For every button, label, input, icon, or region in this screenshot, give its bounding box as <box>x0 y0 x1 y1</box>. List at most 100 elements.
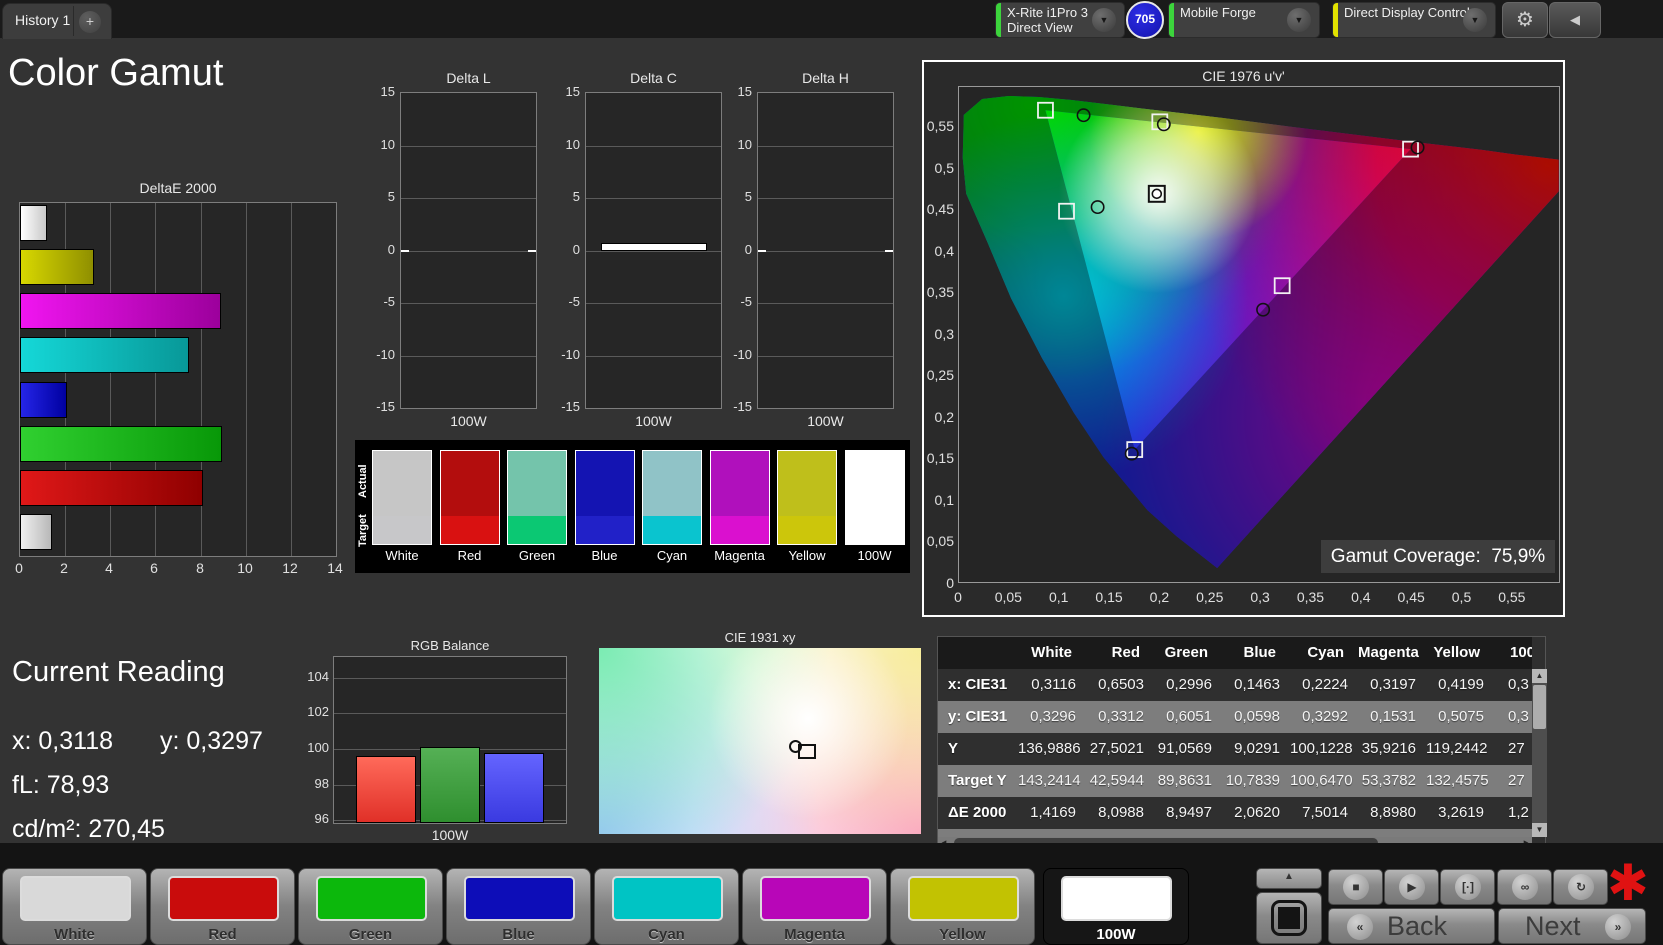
cell: 100,1228 <box>1290 733 1358 765</box>
cell: 89,8631 <box>1154 765 1222 797</box>
play-button[interactable]: ▶ <box>1384 869 1439 905</box>
patch-button-white[interactable]: White <box>2 868 147 945</box>
deltae-bar-yellow <box>20 249 94 285</box>
patch-button-100w[interactable]: 100W <box>1043 868 1189 945</box>
cie1976-plot: Gamut Coverage: 75,9% <box>958 86 1560 583</box>
cell: 27,5021 <box>1086 733 1154 765</box>
patch-button-red[interactable]: Red <box>150 868 295 945</box>
patch-window-up-button[interactable]: ▲ <box>1256 868 1322 889</box>
patch-button-label: Magenta <box>743 926 886 943</box>
table-vertical-scrollbar[interactable]: ▲ ▼ <box>1532 669 1547 837</box>
stop-button[interactable]: ■ <box>1328 869 1383 905</box>
new-tab-button[interactable]: + <box>79 11 101 33</box>
cell: 1,4169 <box>1018 797 1086 829</box>
chevron-down-icon[interactable]: ▼ <box>1463 8 1487 32</box>
y-tick-label: 0 <box>547 242 580 257</box>
cell: 91,0569 <box>1154 733 1222 765</box>
deltae2000-chart-title: DeltaE 2000 <box>19 180 337 196</box>
cell: 8,8980 <box>1358 797 1426 829</box>
refresh-button[interactable]: ↻ <box>1553 869 1608 905</box>
back-button[interactable]: «Back <box>1328 908 1495 944</box>
deltae-bar-magenta <box>20 293 221 329</box>
chevron-down-icon[interactable]: ▼ <box>1092 8 1116 32</box>
swatch-magenta <box>710 450 770 545</box>
delta-bar-zero <box>528 250 536 252</box>
cell: 3,4421 <box>1018 829 1086 837</box>
scrollbar-thumb[interactable] <box>1533 685 1546 729</box>
tab-divider <box>73 6 74 36</box>
cell: 0,6503 <box>1086 669 1154 701</box>
actual-swatch <box>373 451 431 516</box>
y-tick-label: 10 <box>719 137 752 152</box>
column-header-green: Green <box>1154 637 1222 669</box>
next-button[interactable]: Next» <box>1498 908 1646 944</box>
x-tick-label: 0,4 <box>1343 589 1379 605</box>
y-tick-label: 5 <box>362 189 395 204</box>
patch-button-yellow[interactable]: Yellow <box>890 868 1035 945</box>
row-label: Y <box>938 733 1018 765</box>
rgb-bar-blue <box>484 753 544 823</box>
scroll-down-icon[interactable]: ▼ <box>1532 823 1547 837</box>
x-tick-label: 0,15 <box>1091 589 1127 605</box>
x-tick-label: 8 <box>190 560 210 576</box>
current-reading-title: Current Reading <box>12 656 225 689</box>
gamut-coverage-label: Gamut Coverage: <box>1331 546 1481 567</box>
delta_l-title: Delta L <box>400 70 537 86</box>
patch-button-label: Red <box>151 926 294 943</box>
deltae-bar-cyan <box>20 337 189 373</box>
target-row-label: Target <box>357 515 371 547</box>
cell: 3,2619 <box>1426 797 1494 829</box>
patch-window-fill <box>1278 907 1300 929</box>
swatch-label: Yellow <box>775 548 839 563</box>
rgb-balance-chart <box>333 656 567 824</box>
y-tick-label: 5 <box>547 189 580 204</box>
collapse-panel-icon[interactable]: ◀ <box>1549 2 1601 38</box>
swatch-white <box>372 450 432 545</box>
patch-button-blue[interactable]: Blue <box>446 868 591 945</box>
swatch-blue <box>575 450 635 545</box>
patch-window-icon <box>1271 900 1307 936</box>
deltae-bar-red <box>20 470 203 506</box>
meter-dropdown[interactable]: X-Rite i1Pro 3 Direct View ▼ <box>995 2 1125 38</box>
display-control-dropdown[interactable]: Direct Display Control ▼ <box>1332 2 1496 38</box>
deltae-bar-blue <box>20 382 67 418</box>
chevron-down-icon[interactable]: ▼ <box>1287 8 1311 32</box>
y-tick-label: 0,15 <box>924 450 954 466</box>
y-tick-label: 0,55 <box>924 118 954 134</box>
target-swatch <box>778 516 836 544</box>
reading-x: x: 0,3118 <box>12 727 113 756</box>
gridline <box>401 356 536 357</box>
y-tick-label: 15 <box>547 84 580 99</box>
gridline <box>586 356 721 357</box>
delta_h-chart <box>757 92 894 409</box>
scroll-up-icon[interactable]: ▲ <box>1532 669 1547 683</box>
actual-swatch <box>576 451 634 516</box>
gridline <box>758 146 893 147</box>
step-button[interactable]: [·] <box>1440 869 1495 905</box>
column-header-magenta: Magenta <box>1358 637 1426 669</box>
source-dropdown[interactable]: Mobile Forge ▼ <box>1168 2 1320 38</box>
tab-history-1[interactable]: History 1 + <box>2 3 112 39</box>
gear-icon[interactable]: ⚙ <box>1502 2 1548 38</box>
y-tick-label: -15 <box>362 399 395 414</box>
cie1976-title: CIE 1976 u'v' <box>924 68 1563 84</box>
cell: 132,4575 <box>1426 765 1494 797</box>
loop-button[interactable]: ∞ <box>1497 869 1552 905</box>
cell: 0, <box>1494 829 1532 837</box>
y-tick-label: 5 <box>719 189 752 204</box>
tab-label: History 1 <box>15 12 70 28</box>
cell: 53,3782 <box>1358 765 1426 797</box>
swatch-label: 100W <box>843 548 907 563</box>
y-tick-label: 104 <box>297 669 329 684</box>
table-row: y: CIE310,32960,33120,60510,05980,32920,… <box>938 701 1532 733</box>
x-tick-label: 0,2 <box>1141 589 1177 605</box>
rgb-balance-title: RGB Balance <box>333 638 567 653</box>
patch-button-green[interactable]: Green <box>298 868 443 945</box>
patch-button-cyan[interactable]: Cyan <box>594 868 739 945</box>
swatch-label: Cyan <box>640 548 704 563</box>
meter-badge[interactable]: 705 <box>1126 1 1164 39</box>
patch-button-label: Blue <box>447 926 590 943</box>
swatch-label: Green <box>505 548 569 563</box>
patch-button-magenta[interactable]: Magenta <box>742 868 887 945</box>
patch-window-button[interactable] <box>1256 892 1322 944</box>
